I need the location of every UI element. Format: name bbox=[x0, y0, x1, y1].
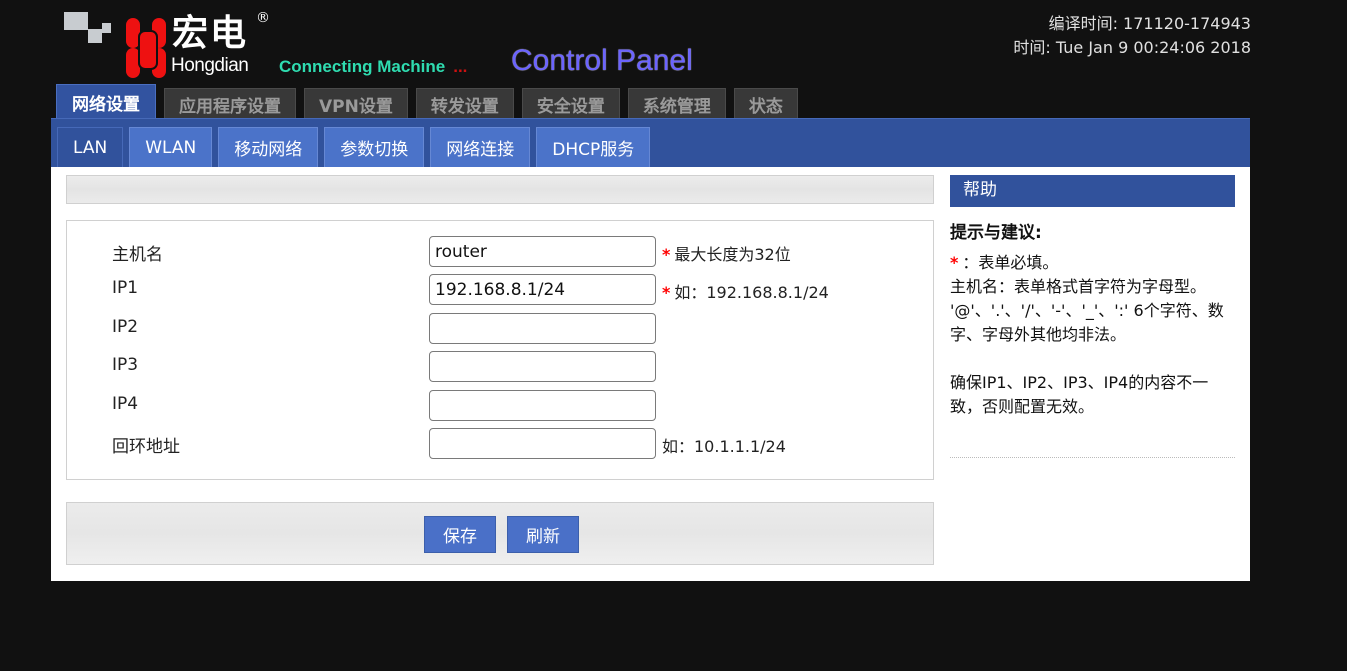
hongdian-logo-icon bbox=[126, 18, 166, 78]
ip4-input[interactable] bbox=[429, 390, 656, 421]
ip1-hint-text: 如：192.168.8.1/24 bbox=[674, 283, 829, 302]
lan-form: 主机名 *最大长度为32位 IP1 *如：192.168.8.1/24 IP2 … bbox=[66, 220, 934, 480]
brand-name-cn: 宏电 bbox=[172, 13, 249, 54]
tab-application-settings[interactable]: 应用程序设置 bbox=[164, 88, 296, 120]
form-row-ip3: IP3 bbox=[67, 351, 927, 382]
help-title: 提示与建议: bbox=[950, 223, 1042, 243]
sub-nav-bar: LAN WLAN 移动网络 参数切换 网络连接 DHCP服务 bbox=[51, 118, 1250, 167]
brand-name-en: Hongdian bbox=[171, 55, 249, 76]
section-title-bar bbox=[66, 175, 934, 204]
subtab-wlan[interactable]: WLAN bbox=[129, 127, 213, 167]
ip3-label: IP3 bbox=[112, 355, 139, 375]
logo-squares-icon bbox=[64, 12, 111, 44]
help-body: 提示与建议: * ：表单必填。 主机名：表单格式首字符为字母型。 '@'、'.'、… bbox=[950, 221, 1235, 419]
subtab-network-connection[interactable]: 网络连接 bbox=[430, 127, 531, 167]
hostname-hint-text: 最大长度为32位 bbox=[674, 245, 791, 264]
ip1-label: IP1 bbox=[112, 278, 139, 298]
help-allowed-chars: '@'、'.'、'/'、'-'、'_'、':' 6个字符、数字、字母外其他均非法… bbox=[950, 301, 1224, 344]
help-divider bbox=[950, 457, 1235, 458]
product-title: Control Panel bbox=[511, 44, 693, 77]
subtab-lan[interactable]: LAN bbox=[57, 127, 124, 167]
subtab-param-switch[interactable]: 参数切换 bbox=[324, 127, 425, 167]
required-mark: * bbox=[662, 245, 671, 264]
help-header: 帮助 bbox=[950, 175, 1235, 207]
build-info: 编译时间: 171120-174943 时间: Tue Jan 9 00:24:… bbox=[1013, 12, 1251, 60]
subtab-dhcp-service[interactable]: DHCP服务 bbox=[536, 127, 651, 167]
ip1-input[interactable] bbox=[429, 274, 656, 305]
tab-status[interactable]: 状态 bbox=[733, 88, 798, 120]
form-row-ip1: IP1 *如：192.168.8.1/24 bbox=[67, 274, 927, 305]
help-hostname-rule: 主机名：表单格式首字符为字母型。 bbox=[950, 277, 1207, 296]
help-required-note: * ：表单必填。 bbox=[950, 251, 1235, 275]
ip2-label: IP2 bbox=[112, 317, 139, 337]
content-panel: 主机名 *最大长度为32位 IP1 *如：192.168.8.1/24 IP2 … bbox=[51, 167, 1250, 581]
main-nav-tabs: 网络设置 应用程序设置 VPN设置 转发设置 安全设置 系统管理 状态 bbox=[56, 84, 806, 120]
tab-forwarding-settings[interactable]: 转发设置 bbox=[415, 88, 514, 120]
loopback-input[interactable] bbox=[429, 428, 656, 459]
loopback-hint: 如：10.1.1.1/24 bbox=[662, 437, 786, 456]
ip4-label: IP4 bbox=[112, 394, 139, 414]
loopback-label: 回环地址 bbox=[112, 437, 180, 457]
form-row-ip4: IP4 bbox=[67, 390, 927, 421]
refresh-button[interactable]: 刷新 bbox=[507, 516, 579, 553]
tab-system-management[interactable]: 系统管理 bbox=[627, 88, 726, 120]
hostname-label: 主机名 bbox=[112, 245, 163, 265]
tagline-text: Connecting Machine bbox=[279, 57, 446, 76]
action-bar: 保存 刷新 bbox=[66, 502, 934, 565]
ip2-input[interactable] bbox=[429, 313, 656, 344]
hostname-hint: * 最大长度为32位 bbox=[662, 241, 791, 265]
sub-nav-tabs: LAN WLAN 移动网络 参数切换 网络连接 DHCP服务 bbox=[57, 127, 656, 167]
form-row-hostname: 主机名 *最大长度为32位 bbox=[67, 236, 927, 267]
ip1-hint: * 如：192.168.8.1/24 bbox=[662, 279, 829, 303]
hostname-input[interactable] bbox=[429, 236, 656, 267]
tab-vpn-settings[interactable]: VPN设置 bbox=[304, 88, 408, 120]
registered-mark: ® bbox=[256, 10, 270, 26]
tab-security-settings[interactable]: 安全设置 bbox=[521, 88, 620, 120]
header: 宏电 ® Hongdian Connecting Machine... Cont… bbox=[0, 0, 1347, 84]
help-required-text: ：表单必填。 bbox=[962, 253, 1059, 272]
help-ip-rule: 确保IP1、IP2、IP3、IP4的内容不一致，否则配置无效。 bbox=[950, 373, 1209, 416]
compile-time: 编译时间: 171120-174943 bbox=[1048, 14, 1251, 33]
subtab-mobile-network[interactable]: 移动网络 bbox=[218, 127, 319, 167]
tagline-dots: ... bbox=[453, 57, 468, 76]
tagline: Connecting Machine... bbox=[279, 57, 467, 77]
form-row-ip2: IP2 bbox=[67, 313, 927, 344]
tab-network-settings[interactable]: 网络设置 bbox=[56, 84, 156, 120]
required-mark: * bbox=[950, 253, 959, 272]
ip3-input[interactable] bbox=[429, 351, 656, 382]
form-row-loopback: 回环地址 如：10.1.1.1/24 bbox=[67, 428, 927, 459]
required-mark: * bbox=[662, 283, 671, 302]
save-button[interactable]: 保存 bbox=[424, 516, 496, 553]
current-time: 时间: Tue Jan 9 00:24:06 2018 bbox=[1013, 38, 1251, 57]
